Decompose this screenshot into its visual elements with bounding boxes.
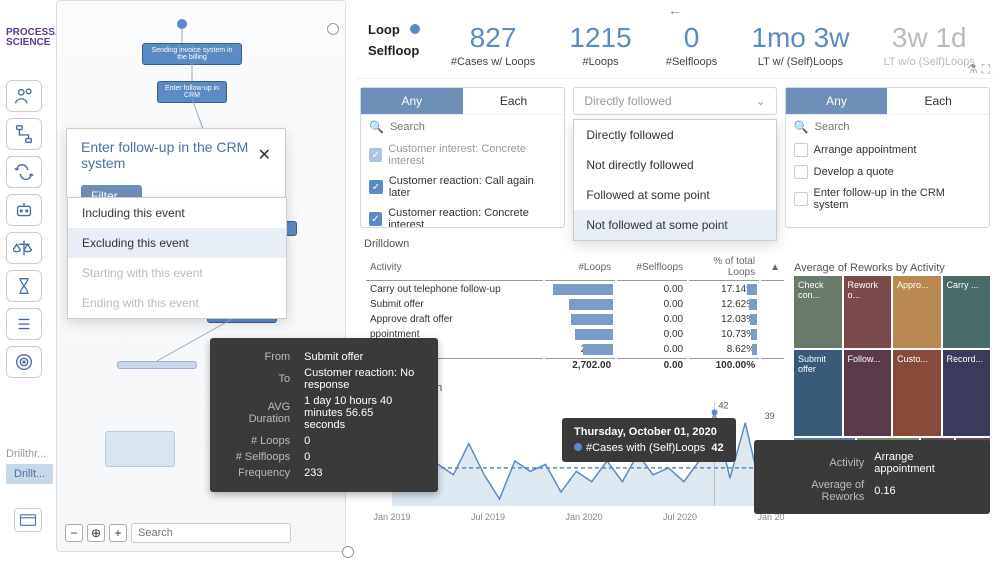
flow-start-node[interactable] <box>177 19 187 29</box>
treemap-cell[interactable]: Rework o... <box>844 276 892 348</box>
successor-search-input[interactable] <box>815 121 981 133</box>
relation-option[interactable]: Directly followed <box>574 120 775 150</box>
treemap-title: Average of Reworks by Activity <box>794 262 990 274</box>
people-icon[interactable] <box>6 80 42 112</box>
metric-card[interactable]: 1mo 3wLT w/ (Self)Loops <box>751 22 849 68</box>
main-panel: ← Loop Selfloop 827#Cases w/ Loops1215#L… <box>356 6 994 556</box>
treemap-cell[interactable]: Custo... <box>893 350 941 436</box>
treemap-cell[interactable]: Record... <box>943 350 991 436</box>
resize-handle[interactable] <box>327 23 339 35</box>
metric-card[interactable]: 0#Selfloops <box>666 22 717 68</box>
relation-option[interactable]: Not directly followed <box>574 150 775 180</box>
resize-handle[interactable] <box>342 546 354 558</box>
flowchart-icon[interactable] <box>6 118 42 150</box>
zoom-in-button[interactable]: + <box>109 524 127 542</box>
filter-menu: Including this eventExcluding this event… <box>67 197 287 319</box>
filter-menu-item[interactable]: Excluding this event <box>68 228 286 258</box>
svg-text:Jan 2020: Jan 2020 <box>565 512 602 522</box>
predecessor-search-input[interactable] <box>390 121 556 133</box>
toggle-any[interactable]: Any <box>786 88 888 114</box>
flow-node[interactable] <box>105 431 175 467</box>
metrics-row: Loop Selfloop 827#Cases w/ Loops 1215#Loo… <box>356 18 994 79</box>
metric-toolbar: ⚗ ⛶ <box>967 62 990 77</box>
flowchart-search-input[interactable] <box>131 523 291 543</box>
treemap-section: Average of Reworks by Activity Check con… <box>794 262 990 506</box>
zoom-reset-button[interactable]: ⊕ <box>87 524 105 542</box>
filter-menu-item[interactable]: Including this event <box>68 198 286 228</box>
successor-panel: Any Each 🔍 Arrange appointmentDevelop a … <box>785 87 990 228</box>
filter-menu-item: Starting with this event <box>68 258 286 288</box>
filter-menu-item: Ending with this event <box>68 288 286 318</box>
table-row[interactable]: Submit offer341.000.0012.62% <box>366 298 784 311</box>
svg-text:42: 42 <box>719 400 729 410</box>
checklist-item[interactable]: ✓Customer interest: Concrete interest <box>361 139 564 171</box>
chart-tooltip: Thursday, October 01, 2020 #Cases with (… <box>562 418 736 462</box>
checklist-item[interactable]: Enter follow-up in the CRM system <box>786 183 989 215</box>
svg-text:Jul 2020: Jul 2020 <box>663 512 697 522</box>
toggle-each[interactable]: Each <box>463 88 565 114</box>
chevron-down-icon: ⌄ <box>756 94 766 108</box>
drillthrough-button[interactable]: Drillt... <box>6 464 53 484</box>
metric-card[interactable]: 3w 1dLT w/o (Self)Loops <box>884 22 975 68</box>
treemap-cell[interactable]: Check con... <box>794 276 842 348</box>
treemap-cell[interactable]: Carry ... <box>943 276 991 348</box>
loop-icon[interactable] <box>6 156 42 188</box>
flow-node[interactable]: Sending invoice system in the billing <box>142 43 242 65</box>
toggle-any[interactable]: Any <box>361 88 463 114</box>
relation-dropdown: Directly followed ⌄ Directly followedNot… <box>573 87 776 228</box>
treemap-cell[interactable]: Follow... <box>844 350 892 436</box>
metric-card[interactable]: 827#Cases w/ Loops <box>451 22 535 68</box>
treemap-tooltip: ActivityArrange appointment Average of R… <box>754 440 990 514</box>
config-icon[interactable] <box>14 508 42 532</box>
back-icon[interactable]: ← <box>356 2 994 18</box>
selfloop-label: Selfloop <box>368 43 420 58</box>
checklist-item[interactable]: Develop a quote <box>786 161 989 183</box>
table-row[interactable]: Carry out telephone follow-up463.000.001… <box>366 283 784 296</box>
edge-tooltip: FromSubmit offerToCustomer reaction: No … <box>210 338 438 492</box>
checklist-item[interactable]: ✓Customer reaction: Call again later <box>361 171 564 203</box>
flow-node[interactable] <box>117 361 197 369</box>
close-icon[interactable]: ✕ <box>258 145 271 165</box>
filter-icon[interactable]: ⚗ <box>967 62 978 77</box>
treemap-cell[interactable]: Submit offer <box>794 350 842 436</box>
search-icon: 🔍 <box>794 120 809 134</box>
toggle-each[interactable]: Each <box>887 88 989 114</box>
loop-label: Loop <box>368 22 400 37</box>
list-icon[interactable] <box>6 308 42 340</box>
svg-text:39: 39 <box>765 411 775 421</box>
loop-bullet-icon <box>410 24 420 34</box>
logo: PROCESS.SCIENCE <box>6 28 56 48</box>
table-row[interactable]: Approve draft offer325.000.0012.03% <box>366 313 784 326</box>
predecessor-panel: Any Each 🔍 ✓Customer interest: Concrete … <box>360 87 565 228</box>
zoom-out-button[interactable]: − <box>65 524 83 542</box>
flow-node[interactable]: Enter follow-up in CRM <box>157 81 227 103</box>
search-icon: 🔍 <box>369 120 384 134</box>
scales-icon[interactable] <box>6 232 42 264</box>
hourglass-icon[interactable] <box>6 270 42 302</box>
robot-icon[interactable] <box>6 194 42 226</box>
metric-card[interactable]: 1215#Loops <box>569 22 631 68</box>
checklist-item[interactable]: ✓Customer reaction: Concrete interest <box>361 203 564 227</box>
filter-popup: Enter follow-up in the CRM system ✕ Filt… <box>66 128 286 198</box>
treemap-cell[interactable]: Appro... <box>893 276 941 348</box>
relation-option[interactable]: Followed at some point <box>574 180 775 210</box>
svg-text:Jan 2019: Jan 2019 <box>373 512 410 522</box>
relation-option[interactable]: Not followed at some point <box>574 210 775 240</box>
svg-text:Jul 2019: Jul 2019 <box>471 512 505 522</box>
checklist-item[interactable]: Arrange appointment <box>786 139 989 161</box>
focus-icon[interactable]: ⛶ <box>982 62 990 77</box>
drillthrough-label: Drillthr... <box>6 448 46 460</box>
target-icon[interactable] <box>6 346 42 378</box>
left-rail <box>6 80 46 378</box>
relation-select[interactable]: Directly followed ⌄ <box>573 87 776 115</box>
popup-title: Enter follow-up in the CRM system <box>81 139 258 171</box>
